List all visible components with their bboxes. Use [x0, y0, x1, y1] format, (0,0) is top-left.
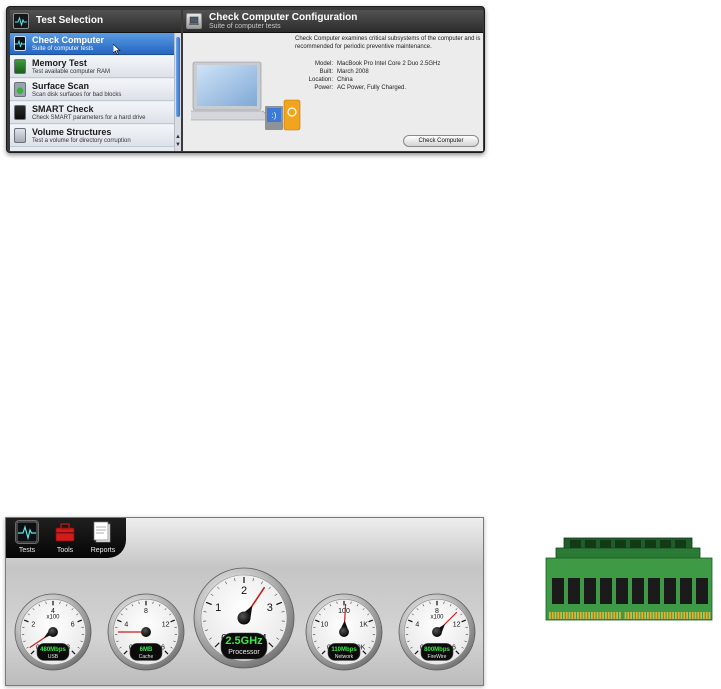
gauge-usb: 02468x100480MbpsUSB — [14, 593, 92, 671]
test-item-title: Memory Test — [32, 58, 87, 68]
svg-text::): :) — [272, 111, 277, 120]
test-item-check-computer[interactable]: Check Computer Suite of computer tests — [10, 33, 174, 55]
spec-row-built: Built: March 2008 — [295, 68, 440, 76]
gauge-tick-label: 2 — [241, 585, 247, 597]
test-item-volume-structures[interactable]: Volume Structures Test a volume for dire… — [10, 125, 174, 147]
gauge-tick-label: 100 — [338, 608, 350, 615]
gauge-readout-value: 800Mbps — [424, 647, 450, 653]
gauge-tick-label: 4 — [415, 621, 419, 628]
test-item-subtitle: Test a volume for directory corruption — [32, 138, 131, 144]
configuration-content: :) Check Computer examines critical subs… — [183, 33, 483, 151]
test-item-title: SMART Check — [32, 104, 94, 114]
check-computer-button[interactable]: Check Computer — [403, 135, 479, 147]
computer-illustration: :) — [191, 61, 301, 131]
heartbeat-icon — [13, 13, 29, 29]
spec-row-model: Model: MacBook Pro Intel Core 2 Duo 2.5GH… — [295, 60, 440, 68]
configuration-subtitle: Suite of computer tests — [209, 23, 281, 30]
gauge-hub — [237, 611, 251, 625]
heartbeat-icon — [14, 36, 26, 51]
gauge-readout-value: 6MB — [140, 647, 153, 653]
test-list: Check Computer Suite of computer tests M… — [10, 33, 174, 151]
gauge-tick-label: 2 — [31, 621, 35, 628]
gauge-hub — [141, 627, 151, 637]
test-item-subtitle: Test available computer RAM — [32, 69, 111, 75]
gauge-tick-label: 12 — [162, 621, 170, 628]
gauge-tick-label: 1 — [215, 602, 221, 614]
mouse-cursor-icon — [113, 44, 121, 55]
spec-value: March 2008 — [337, 69, 369, 75]
gauge-hub — [339, 627, 349, 637]
techtool-window: Test Selection Check Computer Suite of c… — [6, 6, 485, 153]
gauge-readout-label: FireWire — [428, 654, 447, 660]
gauge-tick-label: 8 — [144, 608, 148, 615]
spec-label: Built: — [319, 69, 333, 75]
memory-chip-icon — [14, 59, 26, 74]
ram-module-icon — [545, 537, 713, 621]
gauge-readout-label: USB — [48, 654, 59, 660]
finder-hard-drive-icon: :) — [265, 106, 283, 130]
spec-row-location: Location: China — [295, 76, 440, 84]
gauge-multiplier: x100 — [430, 614, 444, 620]
scroll-up-arrow-icon[interactable]: ▲ — [175, 133, 181, 141]
gauge-readout-label: Network — [335, 654, 354, 660]
gauge-cluster: 02468x100480MbpsUSB04812166MBCache012342… — [14, 567, 476, 671]
gauge-tick-label: 12 — [453, 621, 461, 628]
spec-label: Model: — [314, 61, 333, 67]
test-item-title: Volume Structures — [32, 127, 112, 137]
scroll-down-arrow-icon[interactable]: ▼ — [175, 141, 181, 149]
configuration-description: Check Computer examines critical subsyst… — [295, 36, 481, 50]
computer-specs: Model: MacBook Pro Intel Core 2 Duo 2.5GH… — [295, 60, 441, 92]
scrollbar-thumb[interactable] — [176, 37, 180, 117]
gauge-readout-label: Processor — [228, 649, 260, 656]
gauge-tick-label: 1K — [359, 621, 368, 628]
gauge-firewire: 0481216x100800MbpsFireWire — [398, 593, 476, 671]
test-item-title: Surface Scan — [32, 81, 90, 91]
gauge-tick-label: 3 — [267, 602, 273, 614]
firewire-drive-icon — [283, 99, 301, 131]
spec-value: China — [337, 77, 353, 83]
gauge-multiplier: x100 — [46, 614, 60, 620]
configuration-title: Check Computer Configuration — [209, 12, 358, 23]
gauge-tick-label: 10 — [320, 621, 328, 628]
laptop-icon — [186, 13, 202, 29]
test-item-subtitle: Check SMART parameters for a hard drive — [32, 115, 146, 121]
test-selection-panel: Test Selection Check Computer Suite of c… — [10, 10, 181, 151]
dashboard-panel: Tests Tools Reports 2 4 6 x100 480Mbps U… — [5, 517, 484, 686]
test-item-surface-scan[interactable]: Surface Scan Scan disk surfaces for bad … — [10, 79, 174, 101]
gauge-readout-value: 480Mbps — [40, 647, 66, 653]
gauge-readout-value: 2.5GHz — [225, 635, 263, 647]
gauge-tick-label: 4 — [124, 621, 128, 628]
laptop-icon — [191, 61, 272, 121]
spec-label: Location: — [308, 77, 333, 83]
hard-drive-icon — [14, 105, 26, 120]
volume-magnifier-icon — [14, 128, 26, 143]
spec-row-power: Power: AC Power, Fully Charged. — [295, 84, 440, 92]
test-selection-header: Test Selection — [10, 10, 181, 33]
test-list-scrollbar[interactable]: ▲ ▼ — [174, 33, 181, 151]
gauge-readout-value: 110Mbps — [331, 647, 357, 653]
spec-label: Power: — [314, 85, 333, 91]
disk-scan-icon — [14, 82, 26, 97]
spec-value: AC Power, Fully Charged. — [337, 85, 407, 91]
gauge-hub — [432, 627, 442, 637]
spec-value: MacBook Pro Intel Core 2 Duo 2.5GHz — [337, 61, 441, 67]
test-selection-title: Test Selection — [36, 15, 104, 26]
gauge-readout-label: Cache — [139, 654, 154, 660]
gauge-network: 0101001K10K110MbpsNetwork — [305, 593, 383, 671]
gauge-tick-label: 6 — [71, 621, 75, 628]
test-item-smart-check[interactable]: SMART Check Check SMART parameters for a… — [10, 102, 174, 124]
gauge-cache: 04812166MBCache — [107, 593, 185, 671]
test-item-title: Check Computer — [32, 35, 105, 45]
configuration-header: Check Computer Configuration Suite of co… — [183, 10, 483, 33]
test-item-subtitle: Scan disk surfaces for bad blocks — [32, 92, 122, 98]
gauge-hub — [48, 627, 58, 637]
test-item-memory-test[interactable]: Memory Test Test available computer RAM — [10, 56, 174, 78]
configuration-panel: Check Computer Configuration Suite of co… — [183, 10, 483, 151]
test-item-subtitle: Suite of computer tests — [32, 46, 94, 52]
gauge-processor: 012342.5GHzProcessor — [193, 567, 295, 669]
